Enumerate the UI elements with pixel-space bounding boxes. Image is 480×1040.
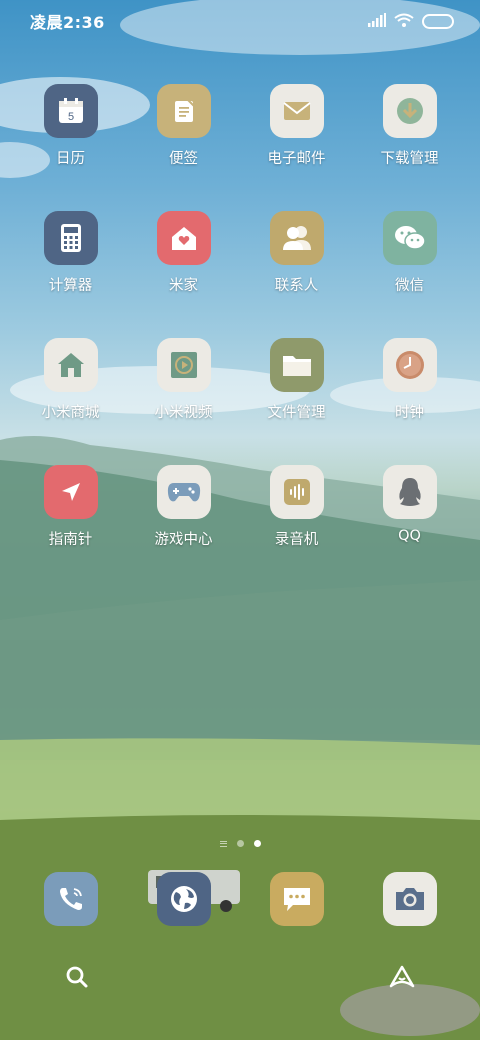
qq-icon (382, 465, 437, 519)
app-mi-store[interactable]: 小米商城 (14, 338, 127, 465)
app-calendar[interactable]: 5 日历 (14, 84, 127, 211)
phone-icon[interactable] (43, 872, 98, 926)
app-label: 录音机 (274, 532, 319, 548)
app-clock[interactable]: 时钟 (353, 338, 466, 465)
app-label: 电子邮件 (267, 151, 326, 167)
app-wechat[interactable]: 微信 (353, 211, 466, 338)
dock (14, 872, 466, 926)
app-label: 文件管理 (267, 405, 326, 421)
app-recorder[interactable]: 录音机 (240, 465, 353, 592)
download-icon (382, 84, 437, 138)
calendar-icon: 5 (43, 84, 98, 138)
camera-icon[interactable] (382, 872, 437, 926)
app-download-manager[interactable]: 下载管理 (353, 84, 466, 211)
app-mi-video[interactable]: 小米视频 (127, 338, 240, 465)
app-mi-home[interactable]: 米家 (127, 211, 240, 338)
app-label: 便签 (169, 151, 198, 167)
app-contacts[interactable]: 联系人 (240, 211, 353, 338)
contacts-icon (269, 211, 324, 265)
gamepad-icon (156, 465, 211, 519)
status-time: 凌晨2:36 (30, 13, 105, 32)
folder-icon (269, 338, 324, 392)
video-icon (156, 338, 211, 392)
store-home-icon (43, 338, 98, 392)
app-file-manager[interactable]: 文件管理 (240, 338, 353, 465)
app-qq[interactable]: QQ (353, 465, 466, 592)
browser-icon[interactable] (156, 872, 211, 926)
app-label: 日历 (56, 151, 85, 167)
app-label: QQ (398, 528, 421, 544)
app-label: 米家 (169, 278, 198, 294)
search-icon[interactable] (62, 962, 92, 992)
wifi-icon (394, 12, 414, 31)
recorder-icon (269, 465, 324, 519)
app-label: 指南针 (48, 532, 93, 548)
page-dot-active[interactable] (253, 840, 261, 847)
app-label: 计算器 (48, 278, 93, 294)
app-notes[interactable]: 便签 (127, 84, 240, 211)
notes-icon (156, 84, 211, 138)
mail-icon (269, 84, 324, 138)
status-bar: 凌晨2:36 (0, 0, 480, 42)
battery-icon (422, 13, 454, 29)
app-label: 时钟 (395, 405, 424, 421)
status-icons (368, 12, 454, 31)
page-list-icon[interactable] (219, 840, 227, 847)
home-heart-icon (156, 211, 211, 265)
compass-icon (43, 465, 98, 519)
signal-icon (368, 12, 386, 31)
app-label: 小米商城 (41, 405, 100, 421)
assistant-icon[interactable] (387, 962, 417, 992)
message-icon[interactable] (269, 872, 324, 926)
app-game-center[interactable]: 游戏中心 (127, 465, 240, 592)
calculator-icon (43, 211, 98, 265)
app-label: 联系人 (274, 278, 319, 294)
app-label: 下载管理 (380, 151, 439, 167)
app-compass[interactable]: 指南针 (14, 465, 127, 592)
calendar-day: 5 (67, 111, 73, 123)
clock-icon (382, 338, 437, 392)
page-indicator (0, 840, 480, 847)
app-label: 微信 (395, 278, 424, 294)
app-label: 小米视频 (154, 405, 213, 421)
app-label: 游戏中心 (154, 532, 213, 548)
app-grid: 5 日历 便签 电子邮件 下载管理 计算器 米家 联系人 微信 小米商城 小米视… (14, 84, 466, 592)
page-dot[interactable] (236, 840, 244, 847)
bottom-bar (0, 962, 480, 992)
app-email[interactable]: 电子邮件 (240, 84, 353, 211)
wechat-icon (382, 211, 437, 265)
app-calculator[interactable]: 计算器 (14, 211, 127, 338)
